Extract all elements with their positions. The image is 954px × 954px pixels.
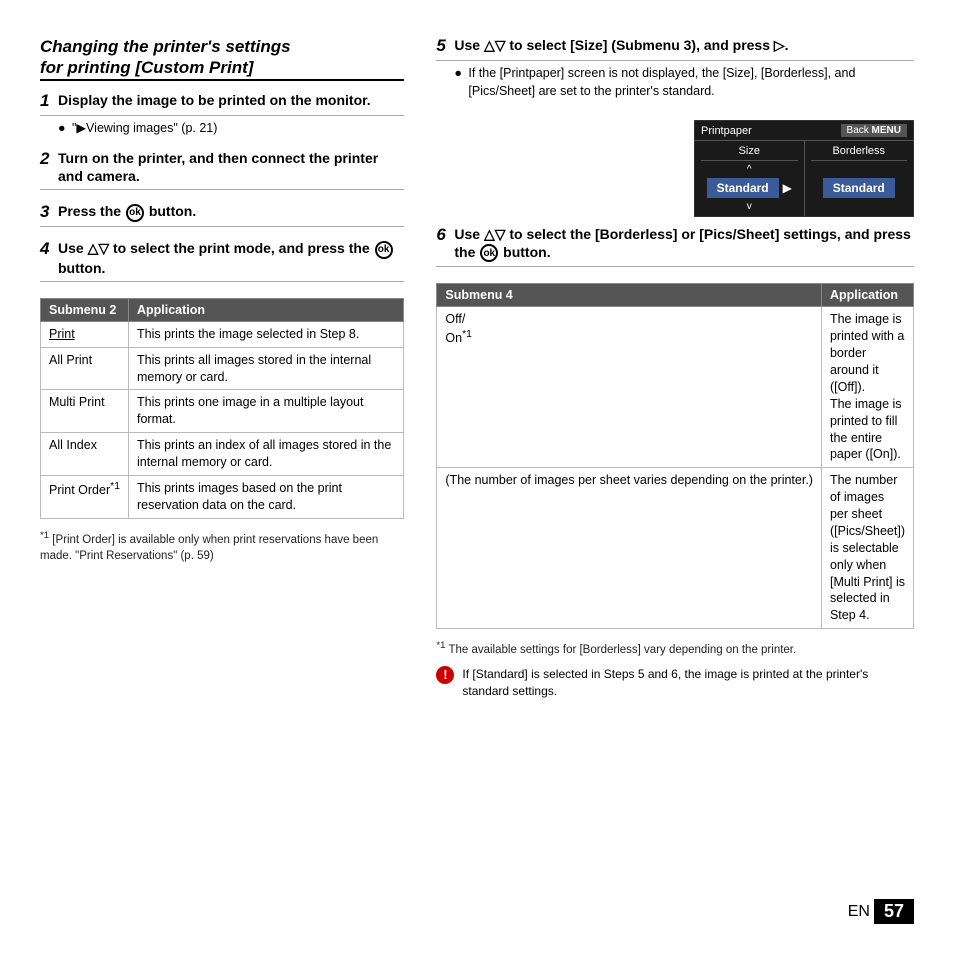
table-right-cell-app: The image is printed with a border aroun… — [821, 307, 913, 468]
page: Changing the printer's settings for prin… — [0, 0, 954, 954]
table-row: Off/On*1 The image is printed with a bor… — [437, 307, 914, 468]
screen-value-row2: Standard — [811, 175, 908, 201]
table-right-cell-app2: The number of images per sheet ([Pics/Sh… — [821, 468, 913, 629]
table-col1-header: Submenu 2 — [41, 298, 129, 321]
title-line2: for printing [Custom Print] — [40, 58, 253, 77]
bullet-dot-5: ● — [454, 65, 464, 100]
table-cell-submenu: Print — [41, 321, 129, 347]
step-1-bullet: ● "▶Viewing images" (p. 21) — [58, 120, 404, 138]
step-1: 1 Display the image to be printed on the… — [40, 91, 404, 142]
step-2-header: 2 Turn on the printer, and then connect … — [40, 149, 404, 190]
submenu2-table: Submenu 2 Application Print This prints … — [40, 298, 404, 519]
printpaper-screen: Printpaper Back MENU Size ^ Standard ▶ v — [694, 120, 914, 217]
screen-down-arrow: v — [701, 201, 798, 212]
menu-label: MENU — [872, 125, 901, 136]
table-cell-app: This prints images based on the print re… — [128, 475, 403, 518]
step-1-header: 1 Display the image to be printed on the… — [40, 91, 404, 116]
table-row: All Print This prints all images stored … — [41, 347, 404, 390]
table-row: Print Order*1 This prints images based o… — [41, 475, 404, 518]
section-title: Changing the printer's settings for prin… — [40, 36, 404, 81]
table-cell-app: This prints an index of all images store… — [128, 433, 403, 476]
table-right-col2-header: Application — [821, 284, 913, 307]
left-footnote: *1 [Print Order] is available only when … — [40, 529, 404, 564]
step-1-bullet-text: "▶Viewing images" (p. 21) — [72, 120, 217, 138]
table-cell-submenu: All Index — [41, 433, 129, 476]
step-5-num: 5 — [436, 36, 450, 56]
table-right-cell-submenu: Off/On*1 — [437, 307, 822, 468]
screen-borderless-header: Borderless — [811, 145, 908, 161]
page-number: 57 — [874, 899, 914, 924]
step-4-num: 4 — [40, 239, 54, 259]
step-4: 4 Use △▽ to select the print mode, and p… — [40, 239, 404, 285]
step-5-bullet: ● If the [Printpaper] screen is not disp… — [454, 65, 914, 100]
print-label: Print — [49, 327, 75, 341]
bullet-dot: ● — [58, 120, 68, 138]
right-column: 5 Use △▽ to select [Size] (Submenu 3), a… — [436, 36, 914, 887]
ok-icon: ok — [126, 204, 144, 222]
back-button: Back MENU — [841, 124, 907, 137]
step-2-title: Turn on the printer, and then connect th… — [58, 149, 404, 185]
table-cell-app: This prints all images stored in the int… — [128, 347, 403, 390]
info-icon: ! — [436, 666, 454, 684]
screen-size-value: Standard — [707, 178, 779, 198]
step-5: 5 Use △▽ to select [Size] (Submenu 3), a… — [436, 36, 914, 104]
table-col2-header: Application — [128, 298, 403, 321]
main-content: Changing the printer's settings for prin… — [40, 36, 914, 887]
screen-up-arrow: ^ — [701, 164, 798, 175]
step-6-title: Use △▽ to select the [Borderless] or [Pi… — [454, 225, 914, 262]
step-4-header: 4 Use △▽ to select the print mode, and p… — [40, 239, 404, 281]
screen-up-arrow2 — [811, 164, 908, 175]
table-cell-submenu: All Print — [41, 347, 129, 390]
step-3-header: 3 Press the ok button. — [40, 202, 404, 227]
screen-right-arrow: ▶ — [783, 181, 792, 195]
screen-value-row: Standard ▶ — [701, 175, 798, 201]
page-footer: EN 57 — [40, 899, 914, 924]
table-cell-submenu: Print Order*1 — [41, 475, 129, 518]
en-label: EN — [848, 903, 870, 921]
step-2: 2 Turn on the printer, and then connect … — [40, 149, 404, 194]
step-5-header: 5 Use △▽ to select [Size] (Submenu 3), a… — [436, 36, 914, 61]
table-row: Print This prints the image selected in … — [41, 321, 404, 347]
screen-size-header: Size — [701, 145, 798, 161]
step-1-num: 1 — [40, 91, 54, 111]
step-6-num: 6 — [436, 225, 450, 245]
screen-col-borderless: Borderless Standard — [805, 141, 914, 216]
step-5-body: ● If the [Printpaper] screen is not disp… — [436, 65, 914, 100]
table-row: All Index This prints an index of all im… — [41, 433, 404, 476]
ok-icon-4: ok — [375, 241, 393, 259]
step-4-title: Use △▽ to select the print mode, and pre… — [58, 239, 404, 276]
table-right-col1-header: Submenu 4 — [437, 284, 822, 307]
table-row: Multi Print This prints one image in a m… — [41, 390, 404, 433]
step-3-title: Press the ok button. — [58, 202, 196, 221]
screen-header: Printpaper Back MENU — [695, 121, 913, 140]
step-3: 3 Press the ok button. — [40, 202, 404, 231]
table-right-cell-submenu2: (The number of images per sheet varies d… — [437, 468, 822, 629]
step-5-bullet-text: If the [Printpaper] screen is not displa… — [468, 65, 914, 100]
step-1-title: Display the image to be printed on the m… — [58, 91, 371, 109]
step-5-title: Use △▽ to select [Size] (Submenu 3), and… — [454, 36, 788, 54]
step-2-num: 2 — [40, 149, 54, 169]
screen-down-arrow2 — [811, 201, 908, 212]
screen-body: Size ^ Standard ▶ v Borderless Stand — [695, 140, 913, 216]
info-block: ! If [Standard] is selected in Steps 5 a… — [436, 666, 914, 700]
step-6-header: 6 Use △▽ to select the [Borderless] or [… — [436, 225, 914, 267]
right-footnote1: *1 The available settings for [Borderles… — [436, 639, 914, 658]
table-row: (The number of images per sheet varies d… — [437, 468, 914, 629]
step-3-num: 3 — [40, 202, 54, 222]
table-cell-submenu: Multi Print — [41, 390, 129, 433]
info-text: If [Standard] is selected in Steps 5 and… — [462, 666, 914, 700]
table-cell-app: This prints one image in a multiple layo… — [128, 390, 403, 433]
screen-col-size: Size ^ Standard ▶ v — [695, 141, 804, 216]
submenu4-table: Submenu 4 Application Off/On*1 The image… — [436, 283, 914, 629]
step-1-body: ● "▶Viewing images" (p. 21) — [40, 120, 404, 138]
screen-title: Printpaper — [701, 125, 752, 137]
left-column: Changing the printer's settings for prin… — [40, 36, 404, 887]
table-cell-app: This prints the image selected in Step 8… — [128, 321, 403, 347]
ok-icon-6: ok — [480, 244, 498, 262]
screen-borderless-value: Standard — [823, 178, 895, 198]
title-line1: Changing the printer's settings — [40, 37, 291, 56]
step-6: 6 Use △▽ to select the [Borderless] or [… — [436, 225, 914, 271]
